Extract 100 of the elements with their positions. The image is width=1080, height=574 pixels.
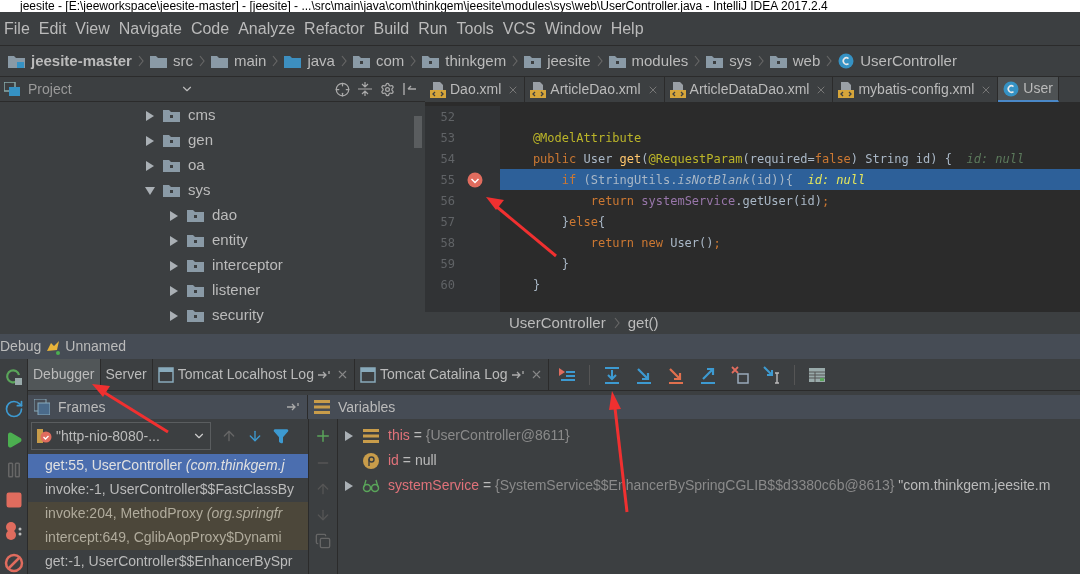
tree-item[interactable]: listener — [212, 279, 261, 302]
tree-item[interactable]: gen — [188, 129, 214, 152]
breadcrumb-item[interactable]: src — [172, 49, 193, 73]
tree-item[interactable]: entity — [212, 229, 248, 252]
debug-tab[interactable]: Tomcat Catalina Log — [354, 359, 549, 390]
copy-icon[interactable] — [315, 533, 331, 549]
collapsed-arrow-icon[interactable] — [169, 235, 179, 246]
collapsed-arrow-icon[interactable] — [344, 430, 354, 441]
run-to-cursor-icon[interactable] — [761, 364, 782, 385]
chevron-icon — [596, 55, 603, 67]
xml-file-icon — [530, 81, 547, 98]
stack-frame[interactable]: get:55, UserController (com.thinkgem.j — [28, 453, 308, 478]
breadcrumb-item[interactable]: sys — [729, 49, 752, 73]
menu-item[interactable]: Navigate — [118, 16, 182, 41]
breadcrumb-item[interactable]: main — [233, 49, 267, 73]
folder-icon — [210, 54, 228, 68]
folder-icon — [8, 54, 25, 68]
collapsed-arrow-icon[interactable] — [145, 135, 155, 146]
stack-frame[interactable]: intercept:649, CglibAopProxy$Dynami — [28, 525, 308, 550]
scrollbar[interactable] — [414, 116, 422, 148]
rerun-icon[interactable] — [3, 367, 24, 387]
pin-icon[interactable] — [511, 369, 526, 380]
debug-tab[interactable]: Tomcat Localhost Log — [152, 359, 355, 390]
collapsed-arrow-icon[interactable] — [145, 160, 155, 171]
code-line: return new User(); — [589, 234, 721, 252]
tree-item[interactable]: interceptor — [212, 254, 283, 277]
hide-panel-icon[interactable] — [403, 82, 417, 96]
annotation-arrow — [486, 197, 557, 258]
stop-icon[interactable] — [4, 491, 23, 509]
collapse-icon[interactable] — [358, 82, 372, 96]
filter-icon[interactable] — [273, 428, 289, 445]
breakpoints-icon[interactable] — [3, 521, 24, 541]
thread-icon — [36, 428, 52, 445]
tree-item[interactable]: dao — [212, 204, 238, 227]
breadcrumb-item[interactable]: jeesite-master — [31, 49, 132, 73]
menu-item[interactable]: Tools — [456, 16, 494, 41]
tree-item[interactable]: sys — [188, 179, 211, 202]
folder-icon — [284, 54, 302, 68]
menu-item[interactable]: File — [4, 16, 30, 41]
menu-item[interactable]: Window — [544, 16, 602, 41]
tree-item[interactable]: security — [212, 304, 264, 327]
code-breadcrumb-item[interactable]: get() — [627, 311, 659, 335]
debug-tab[interactable]: Debugger — [28, 359, 101, 390]
breadcrumb-item[interactable]: modules — [631, 49, 689, 73]
menu-item[interactable]: VCS — [502, 16, 536, 41]
stack-frame[interactable]: invoke:204, MethodProxy (org.springfr — [28, 501, 308, 526]
menu-item[interactable]: Edit — [38, 16, 67, 41]
settings-icon[interactable] — [380, 81, 395, 97]
editor-tab[interactable]: ArticleDao.xml — [525, 77, 665, 102]
stack-frame[interactable]: get:-1, UserController$$EnhancerBySpr — [28, 549, 308, 574]
expanded-arrow-icon[interactable] — [145, 185, 155, 196]
breadcrumb-item[interactable]: jeesite — [547, 49, 591, 73]
code-breadcrumb-item[interactable]: UserController — [509, 311, 606, 335]
tree-item[interactable]: oa — [188, 154, 205, 177]
breadcrumb-item[interactable]: UserController — [860, 49, 957, 73]
menu-item[interactable]: Help — [610, 16, 644, 41]
pin-icon[interactable] — [287, 402, 301, 412]
folder-icon — [187, 284, 204, 297]
collapsed-arrow-icon[interactable] — [169, 285, 179, 296]
tree-item[interactable]: cms — [188, 104, 216, 127]
chevron-icon — [410, 55, 417, 67]
menu-item[interactable]: Run — [418, 16, 448, 41]
console-icon — [157, 366, 174, 383]
refresh-icon[interactable] — [3, 399, 24, 419]
editor-tab[interactable]: ArticleDataDao.xml — [664, 77, 834, 102]
stack-frame[interactable]: invoke:-1, UserController$$FastClassBy — [28, 477, 308, 502]
add-watch-icon[interactable] — [314, 427, 332, 445]
editor-tab[interactable]: Dao.xml — [425, 77, 526, 102]
thread-dropdown[interactable]: "http-nio-8080-... — [31, 422, 211, 451]
folder-icon — [149, 54, 167, 68]
menu-item[interactable]: Build — [373, 16, 410, 41]
menu-item[interactable]: Refactor — [304, 16, 365, 41]
menu-item[interactable]: Analyze — [238, 16, 296, 41]
code-line: return systemService.getUser(id); — [589, 192, 830, 210]
collapsed-arrow-icon[interactable] — [145, 110, 155, 121]
breadcrumb-item[interactable]: thinkgem — [445, 49, 507, 73]
variable-entry[interactable]: id = null — [388, 450, 437, 471]
pin-icon[interactable] — [317, 369, 332, 380]
console-icon — [359, 366, 376, 383]
mute-breakpoints-icon[interactable] — [3, 553, 24, 573]
breadcrumb-item[interactable]: web — [792, 49, 821, 73]
collapsed-arrow-icon[interactable] — [344, 480, 354, 491]
editor-tab[interactable]: User — [998, 77, 1059, 102]
breakpoint-icon[interactable] — [467, 171, 483, 188]
folder-icon — [187, 309, 204, 322]
folder-icon — [163, 134, 180, 147]
code-line: }else{ — [560, 213, 606, 231]
breadcrumb-item[interactable]: java — [307, 49, 335, 73]
variable-entry[interactable]: this = {UserController@8611} — [388, 425, 570, 446]
menu-item[interactable]: Code — [190, 16, 230, 41]
editor-tab[interactable]: mybatis-config.xml — [833, 77, 999, 102]
drop-frame-icon[interactable] — [729, 364, 750, 385]
collapsed-arrow-icon[interactable] — [169, 260, 179, 271]
crosshair-icon[interactable] — [335, 81, 350, 97]
xml-file-icon — [430, 81, 446, 98]
collapsed-arrow-icon[interactable] — [169, 310, 179, 321]
menu-item[interactable]: View — [75, 16, 110, 41]
collapsed-arrow-icon[interactable] — [169, 210, 179, 221]
breadcrumb-item[interactable]: com — [375, 49, 405, 73]
glasses-icon — [362, 478, 380, 493]
